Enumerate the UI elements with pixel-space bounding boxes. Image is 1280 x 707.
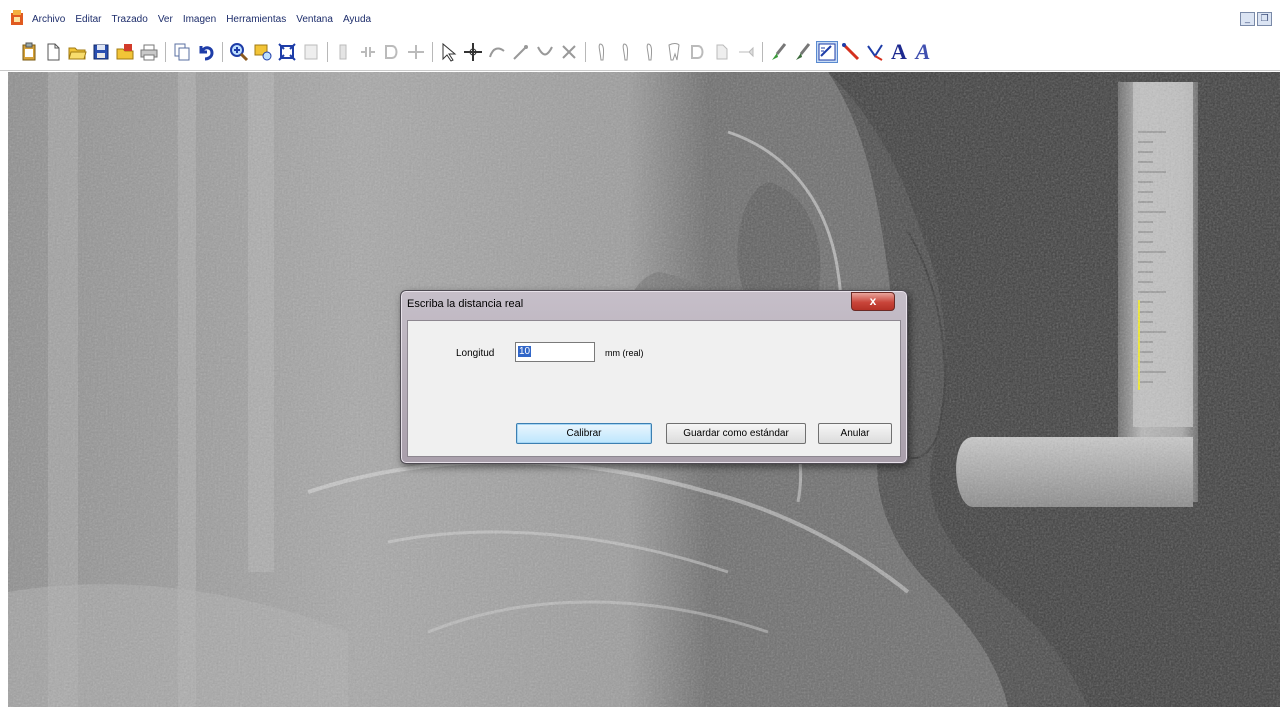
menu-ayuda[interactable]: Ayuda (343, 14, 377, 25)
trace-4-icon[interactable] (558, 41, 580, 63)
restore-button[interactable]: ❐ (1257, 12, 1272, 26)
copy-icon[interactable] (171, 41, 193, 63)
menu-trazado[interactable]: Trazado (111, 14, 153, 25)
tooth-5-icon[interactable] (687, 41, 709, 63)
tooth-4-icon[interactable] (663, 41, 685, 63)
arrow-cursor-icon[interactable] (438, 41, 460, 63)
calibrar-button[interactable]: Calibrar (516, 423, 652, 444)
window-controls: _ ❐ (1240, 12, 1272, 26)
toolbar-separator (432, 42, 433, 62)
tooth-1-icon[interactable] (591, 41, 613, 63)
print-icon[interactable] (138, 41, 160, 63)
menu-list: Archivo Editar Trazado Ver Imagen Herram… (32, 14, 381, 25)
zoom-icon[interactable] (228, 41, 250, 63)
crosshair-icon[interactable] (462, 41, 484, 63)
trace-3-icon[interactable] (534, 41, 556, 63)
minimize-button[interactable]: _ (1240, 12, 1255, 26)
toolbar-separator (585, 42, 586, 62)
toolbar-separator (327, 42, 328, 62)
anular-button[interactable]: Anular (818, 423, 892, 444)
menu-archivo[interactable]: Archivo (32, 14, 71, 25)
new-document-icon[interactable] (42, 41, 64, 63)
menu-editar[interactable]: Editar (75, 14, 107, 25)
angle-icon[interactable] (864, 41, 886, 63)
export-icon[interactable] (114, 41, 136, 63)
menu-imagen[interactable]: Imagen (183, 14, 222, 25)
tool-disabled-2-icon[interactable] (357, 41, 379, 63)
tool-disabled-1-icon[interactable] (333, 41, 355, 63)
longitud-input[interactable]: 10 (515, 342, 595, 362)
toolbar-separator (222, 42, 223, 62)
line-icon[interactable] (840, 41, 862, 63)
fit-window-icon[interactable] (276, 41, 298, 63)
toolbar-separator (165, 42, 166, 62)
menu-ver[interactable]: Ver (158, 14, 179, 25)
menu-bar: Archivo Editar Trazado Ver Imagen Herram… (0, 0, 1280, 34)
toolbar-separator (762, 42, 763, 62)
longitud-label: Longitud (456, 348, 495, 359)
open-folder-icon[interactable] (66, 41, 88, 63)
text-a-icon[interactable]: A (888, 39, 910, 64)
blank-icon[interactable] (300, 41, 322, 63)
tooth-2-icon[interactable] (615, 41, 637, 63)
trace-1-icon[interactable] (486, 41, 508, 63)
menu-herramientas[interactable]: Herramientas (226, 14, 292, 25)
close-button[interactable]: x (851, 292, 895, 311)
toolbar: A A (0, 34, 1280, 71)
calibration-dialog: Escriba la distancia real x Longitud 10 … (400, 290, 908, 464)
tooth-3-icon[interactable] (639, 41, 661, 63)
guardar-como-estandar-button[interactable]: Guardar como estándar (666, 423, 806, 444)
clipboard-icon[interactable] (18, 41, 40, 63)
save-icon[interactable] (90, 41, 112, 63)
image-select-icon[interactable] (252, 41, 274, 63)
menu-ventana[interactable]: Ventana (296, 14, 339, 25)
brush-2-icon[interactable] (792, 41, 814, 63)
unit-label: mm (real) (605, 348, 644, 358)
dialog-title: Escriba la distancia real (407, 298, 524, 310)
undo-icon[interactable] (195, 41, 217, 63)
dialog-body: Longitud 10 mm (real) Calibrar Guardar c… (407, 320, 901, 457)
app-icon[interactable] (10, 10, 24, 26)
tool-disabled-4-icon[interactable] (405, 41, 427, 63)
tooth-6-icon[interactable] (711, 41, 733, 63)
calibrate-icon[interactable] (816, 41, 838, 63)
longitud-value: 10 (518, 346, 532, 357)
tooth-7-icon[interactable] (735, 41, 757, 63)
brush-1-icon[interactable] (768, 41, 790, 63)
tool-disabled-3-icon[interactable] (381, 41, 403, 63)
trace-2-icon[interactable] (510, 41, 532, 63)
text-a-italic-icon[interactable]: A (912, 39, 934, 64)
toolbar-buttons: A A (18, 39, 936, 64)
